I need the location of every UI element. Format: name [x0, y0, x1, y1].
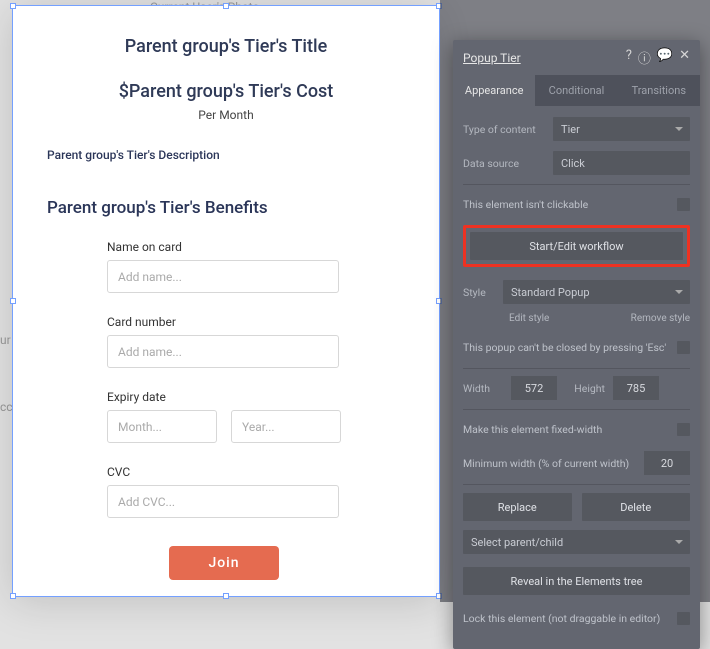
height-input[interactable]: [613, 376, 659, 400]
delete-button[interactable]: Delete: [582, 493, 691, 521]
join-button[interactable]: Join: [169, 546, 279, 580]
chevron-down-icon: [675, 127, 683, 131]
type-of-content-label: Type of content: [463, 123, 553, 136]
start-edit-workflow-button[interactable]: Start/Edit workflow: [470, 232, 683, 260]
name-label: Name on card: [107, 240, 439, 254]
payment-form: Name on card Card number Expiry date CVC…: [107, 240, 439, 580]
comment-icon[interactable]: 💬: [657, 48, 673, 67]
resize-handle[interactable]: [223, 3, 229, 9]
tier-cost: $Parent group's Tier's Cost: [13, 81, 439, 102]
edit-style-link[interactable]: Edit style: [509, 313, 549, 324]
expiry-month-input[interactable]: [107, 410, 217, 443]
expiry-label: Expiry date: [107, 390, 439, 404]
editor-tabs: Appearance Conditional Transitions: [453, 75, 700, 106]
workflow-highlight: Start/Edit workflow: [463, 225, 690, 267]
width-label: Width: [463, 382, 503, 395]
bg-text-ur: ur: [0, 333, 11, 347]
data-source-label: Data source: [463, 157, 553, 170]
cvc-label: CVC: [107, 465, 439, 479]
chevron-down-icon: [675, 540, 683, 544]
select-parent-value: Select parent/child: [471, 536, 563, 549]
card-input[interactable]: [107, 335, 339, 368]
not-clickable-label: This element isn't clickable: [463, 198, 588, 211]
fixed-width-label: Make this element fixed-width: [463, 423, 602, 436]
tier-description: Parent group's Tier's Description: [47, 148, 439, 162]
resize-handle[interactable]: [10, 593, 16, 599]
property-editor[interactable]: Popup Tier ? ⓘ 💬 ✕ Appearance Conditiona…: [453, 40, 700, 649]
width-input[interactable]: [511, 376, 557, 400]
tier-period: Per Month: [13, 108, 439, 122]
select-parent-child[interactable]: Select parent/child: [463, 530, 690, 554]
card-label: Card number: [107, 315, 439, 329]
esc-close-label: This popup can't be closed by pressing '…: [463, 341, 666, 354]
info-icon[interactable]: ⓘ: [638, 48, 651, 67]
min-width-label: Minimum width (% of current width): [463, 457, 629, 470]
cvc-input[interactable]: [107, 485, 339, 518]
tab-conditional[interactable]: Conditional: [535, 75, 617, 106]
type-of-content-select[interactable]: Tier: [553, 117, 690, 141]
lock-label: Lock this element (not draggable in edit…: [463, 612, 660, 625]
lock-checkbox[interactable]: [677, 612, 690, 625]
type-value: Tier: [561, 123, 580, 136]
fixed-width-checkbox[interactable]: [677, 423, 690, 436]
not-clickable-checkbox[interactable]: [677, 198, 690, 211]
tier-benefits: Parent group's Tier's Benefits: [47, 198, 439, 218]
editor-title[interactable]: Popup Tier: [463, 51, 521, 65]
help-icon[interactable]: ?: [626, 48, 632, 67]
style-label: Style: [463, 286, 503, 299]
esc-close-checkbox[interactable]: [677, 341, 690, 354]
height-label: Height: [565, 382, 605, 395]
min-width-input[interactable]: [644, 451, 690, 475]
expiry-year-input[interactable]: [231, 410, 341, 443]
popup-tier[interactable]: Parent group's Tier's Title $Parent grou…: [12, 5, 440, 597]
bg-text-cc: cc: [0, 400, 13, 414]
remove-style-link[interactable]: Remove style: [631, 313, 690, 324]
style-value: Standard Popup: [511, 286, 590, 299]
chevron-down-icon: [675, 290, 683, 294]
replace-button[interactable]: Replace: [463, 493, 572, 521]
style-select[interactable]: Standard Popup: [503, 280, 690, 304]
name-input[interactable]: [107, 260, 339, 293]
tier-title: Parent group's Tier's Title: [13, 36, 439, 57]
data-source-input[interactable]: Click: [553, 151, 690, 175]
resize-handle[interactable]: [10, 3, 16, 9]
tab-transitions[interactable]: Transitions: [618, 75, 700, 106]
tab-appearance[interactable]: Appearance: [453, 75, 535, 106]
resize-handle[interactable]: [223, 593, 229, 599]
close-icon[interactable]: ✕: [679, 48, 690, 67]
data-source-value: Click: [561, 157, 585, 170]
reveal-button[interactable]: Reveal in the Elements tree: [463, 567, 690, 595]
resize-handle[interactable]: [10, 298, 16, 304]
